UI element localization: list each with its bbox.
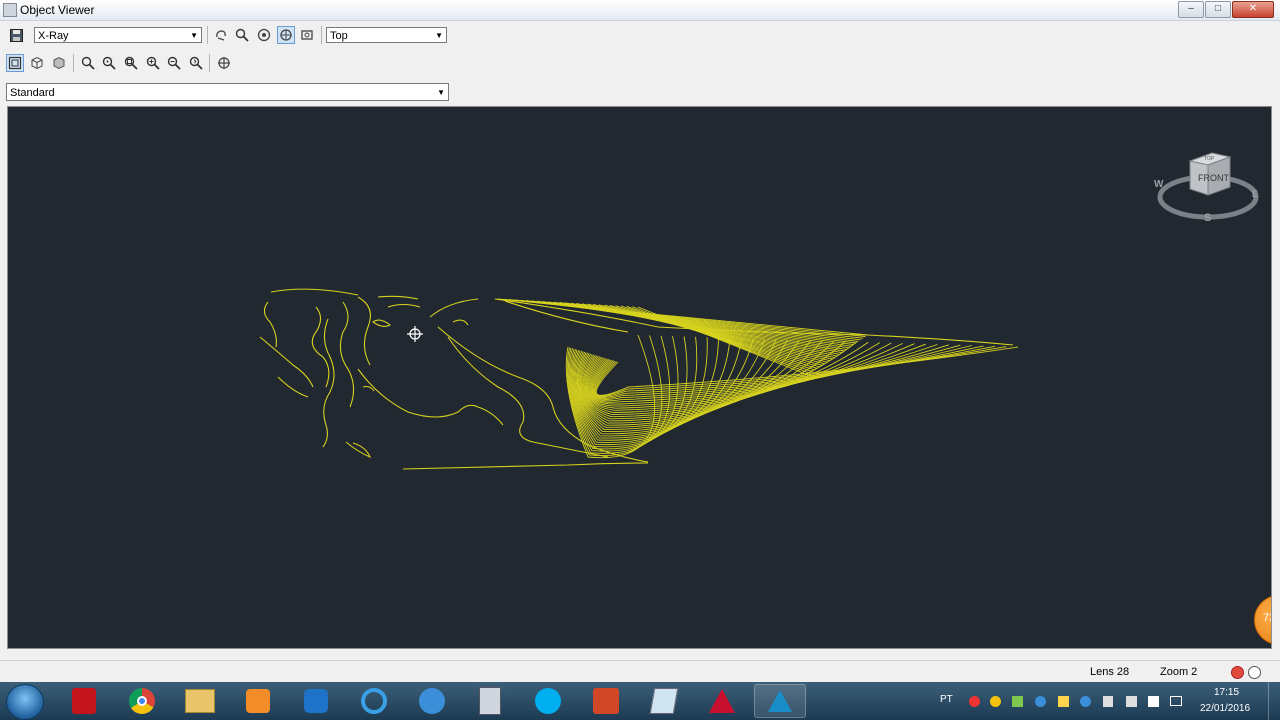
autocad-icon[interactable] [696, 684, 748, 718]
compass-east-label: E [1252, 189, 1258, 199]
taskbar: PT 17:15 22/01/2016 [0, 682, 1280, 720]
status-circle-icon[interactable] [1248, 666, 1261, 679]
notification-badge-count: 73 [1263, 612, 1271, 624]
calculator-icon[interactable] [464, 684, 516, 718]
contour-drawing [259, 288, 1019, 470]
view-select[interactable]: Top ▼ [326, 27, 447, 43]
contour-line [604, 304, 823, 366]
chevron-down-icon: ▼ [190, 31, 198, 40]
zoom-in-icon[interactable] [144, 54, 162, 72]
civil-3d-icon[interactable] [754, 684, 806, 718]
zoom-status: Zoom 2 [1160, 666, 1198, 678]
3d-viewport[interactable]: FRONT TOP W E S 73 [7, 106, 1272, 649]
chevron-down-icon: ▼ [437, 88, 445, 97]
clock-date[interactable]: 22/01/2016 [1200, 703, 1250, 714]
internet-explorer-icon[interactable] [348, 684, 400, 718]
zoom-window-icon[interactable] [79, 54, 97, 72]
free-orbit-icon[interactable] [255, 26, 273, 44]
separator [209, 54, 210, 72]
visual-style-value: X-Ray [38, 30, 69, 42]
window-controls: – □ ✕ [1178, 1, 1274, 18]
camera-icon[interactable] [298, 26, 316, 44]
record-icon[interactable] [1231, 666, 1244, 679]
save-icon[interactable] [7, 26, 25, 44]
title-bar: Object Viewer – □ ✕ [0, 0, 1280, 21]
wireframe-icon[interactable] [6, 54, 24, 72]
contour-line [591, 344, 961, 400]
compass-south-label: S [1204, 212, 1211, 224]
tray-chrome-icon[interactable] [990, 696, 1001, 707]
start-button[interactable] [6, 684, 44, 720]
tray-display-icon[interactable] [1170, 696, 1182, 706]
media-player-icon[interactable] [232, 684, 284, 718]
tray-app-icon[interactable] [1012, 696, 1023, 707]
viewcube-front-label: FRONT [1198, 173, 1229, 183]
zoom-icon[interactable] [233, 26, 251, 44]
chevron-down-icon: ▼ [435, 31, 443, 40]
show-desktop-button[interactable] [1268, 682, 1280, 720]
separator [321, 26, 322, 44]
toolbar-area: X-Ray ▼ Top ▼ Standard ▼ [0, 21, 1280, 105]
pan-icon[interactable] [215, 54, 233, 72]
close-button[interactable]: ✕ [1232, 1, 1274, 18]
zoom-previous-icon[interactable] [187, 54, 205, 72]
tray-windows-icon[interactable] [1148, 696, 1159, 707]
cube-icon[interactable] [28, 54, 46, 72]
language-indicator[interactable]: PT [940, 694, 953, 705]
viewcube-top-label: TOP [1204, 156, 1215, 162]
powerpoint-icon[interactable] [580, 684, 632, 718]
chrome-icon[interactable] [116, 684, 168, 718]
teamviewer-icon[interactable] [290, 684, 342, 718]
status-bar: Lens 28 Zoom 2 [0, 660, 1280, 683]
tray-device-icon[interactable] [1103, 696, 1113, 707]
zoom-center-icon[interactable] [100, 54, 118, 72]
tray-folder-icon[interactable] [1058, 696, 1069, 707]
flash-icon[interactable] [406, 684, 458, 718]
object-viewer-icon [3, 3, 17, 17]
window-title: Object Viewer [20, 3, 95, 17]
tray-skype-icon[interactable] [1080, 696, 1091, 707]
shaded-icon[interactable] [50, 54, 68, 72]
compass-west-label: W [1154, 179, 1164, 190]
acrobat-icon[interactable] [58, 684, 110, 718]
separator [207, 26, 208, 44]
pan-cursor-icon [407, 326, 423, 342]
viewcube-icon[interactable]: FRONT TOP W E S [1152, 139, 1262, 229]
visual-style-select[interactable]: X-Ray ▼ [34, 27, 202, 43]
contour-fan [497, 298, 1019, 459]
view-value: Top [330, 30, 348, 42]
separator [73, 54, 74, 72]
file-explorer-icon[interactable] [174, 684, 226, 718]
continuous-orbit-icon[interactable] [277, 26, 295, 44]
skype-icon[interactable] [522, 684, 574, 718]
orbit-icon[interactable] [212, 26, 230, 44]
zoom-out-icon[interactable] [165, 54, 183, 72]
zoom-extents-icon[interactable] [122, 54, 140, 72]
tray-network-icon[interactable] [1126, 696, 1137, 707]
named-view-value: Standard [10, 87, 55, 99]
notes-icon[interactable] [638, 684, 690, 718]
lens-status: Lens 28 [1090, 666, 1130, 678]
tray-record-icon[interactable] [969, 696, 980, 707]
tray-flash-icon[interactable] [1035, 696, 1046, 707]
maximize-button[interactable]: □ [1205, 1, 1231, 18]
clock-time[interactable]: 17:15 [1214, 687, 1239, 698]
named-view-select[interactable]: Standard ▼ [6, 83, 449, 101]
minimize-button[interactable]: – [1178, 1, 1204, 18]
